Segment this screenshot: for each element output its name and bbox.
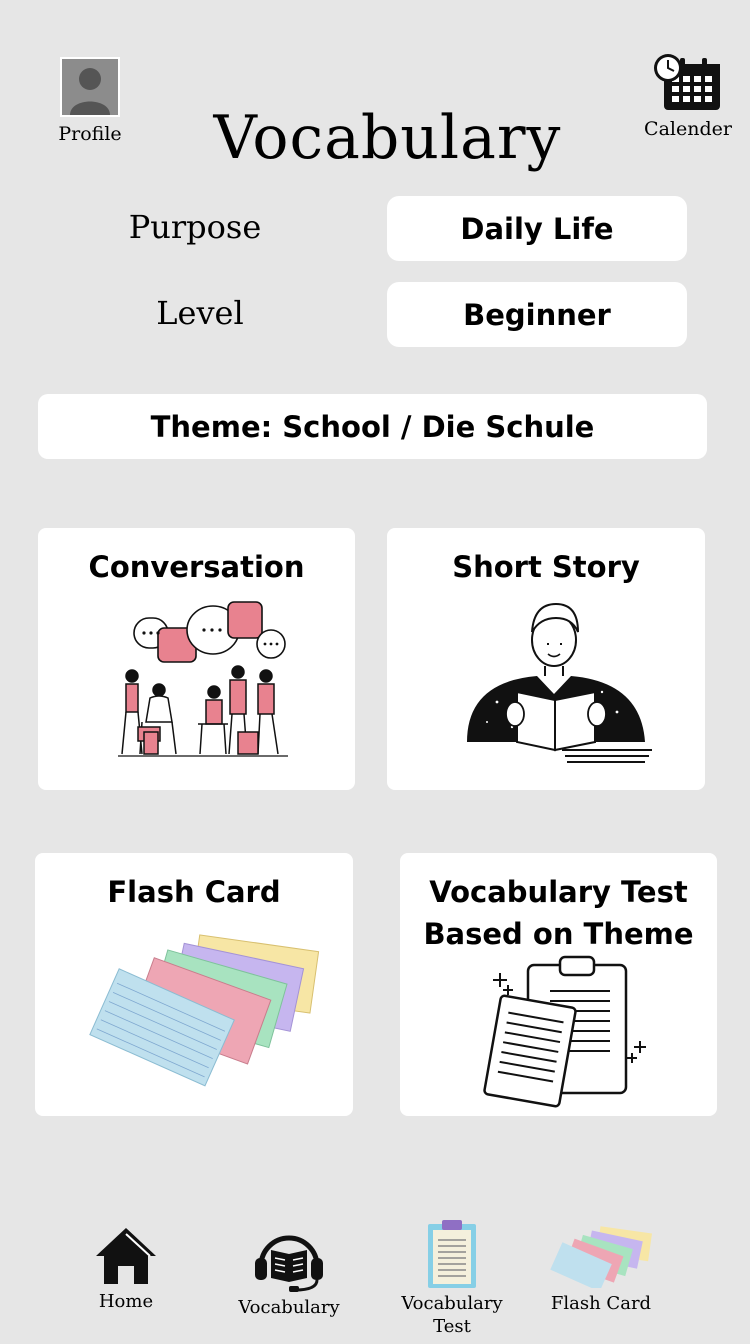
nav-vocabulary-test[interactable]: Vocabulary Test <box>396 1220 508 1338</box>
nav-vocabulary-test-label-line1: Vocabulary <box>401 1293 503 1314</box>
calendar-icon <box>654 54 720 110</box>
nav-flash-card-label: Flash Card <box>550 1293 652 1314</box>
page-title: Vocabulary <box>213 103 562 173</box>
nav-vocabulary-label: Vocabulary <box>238 1297 340 1318</box>
nav-home-label: Home <box>98 1291 154 1312</box>
profile-button[interactable]: Profile <box>58 57 122 151</box>
theme-select[interactable]: Theme: School / Die Schule <box>38 394 707 459</box>
vocabulary-test-title-line2: Based on Theme <box>423 917 694 951</box>
vocabulary-test-title-line1: Vocabulary Test <box>429 875 688 909</box>
clipboard-icon <box>428 1220 476 1288</box>
profile-avatar-icon <box>60 57 120 117</box>
level-select[interactable]: Beginner <box>387 282 687 347</box>
purpose-select[interactable]: Daily Life <box>387 196 687 261</box>
theme-label: Theme: School / Die Schule <box>150 409 595 444</box>
clipboard-test-illustration-icon <box>483 955 646 1108</box>
nav-flash-card[interactable]: Flash Card <box>546 1226 656 1315</box>
profile-label: Profile <box>58 123 122 145</box>
conversation-illustration-icon <box>118 601 288 757</box>
short-story-title: Short Story <box>452 550 640 584</box>
flash-cards-illustration-icon <box>89 934 320 1087</box>
home-icon <box>96 1228 156 1284</box>
flash-card-card[interactable]: Flash Card <box>35 853 353 1116</box>
calendar-button[interactable]: Calender <box>640 52 736 140</box>
conversation-card[interactable]: Conversation <box>38 528 355 790</box>
headset-book-icon <box>255 1235 323 1292</box>
purpose-label: Purpose <box>128 208 262 246</box>
nav-home[interactable]: Home <box>88 1224 164 1313</box>
flash-cards-icon <box>550 1226 652 1292</box>
short-story-card[interactable]: Short Story <box>387 528 705 790</box>
level-label: Level <box>156 294 244 332</box>
nav-vocabulary-test-label-line2: Test <box>433 1316 471 1337</box>
calendar-label: Calender <box>644 118 732 140</box>
level-value: Beginner <box>463 297 611 332</box>
conversation-title: Conversation <box>88 550 305 584</box>
vocabulary-test-card[interactable]: Vocabulary Test Based on Theme <box>400 853 717 1116</box>
reading-person-illustration-icon <box>467 602 652 763</box>
nav-vocabulary[interactable]: Vocabulary <box>234 1228 344 1319</box>
flash-card-title: Flash Card <box>107 875 281 909</box>
purpose-value: Daily Life <box>460 211 614 246</box>
